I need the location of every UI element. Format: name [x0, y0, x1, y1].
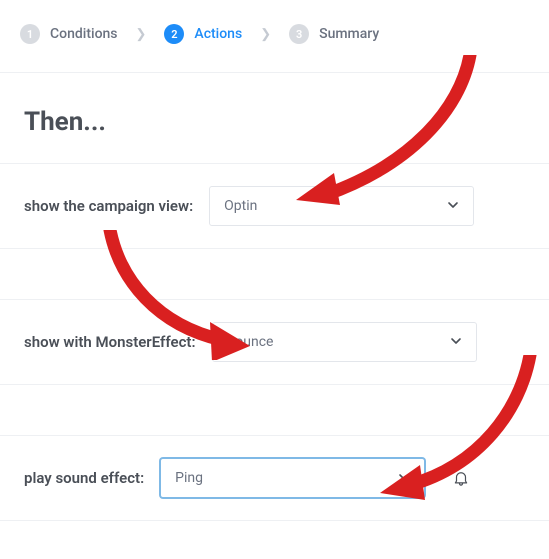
stepper: 1 Conditions ❯ 2 Actions ❯ 3 Summary: [0, 0, 549, 73]
select-monster-effect[interactable]: Bounce: [212, 322, 477, 362]
field-label-sound-effect: play sound effect:: [24, 469, 144, 487]
step-label: Actions: [194, 26, 242, 42]
select-sound-effect[interactable]: Ping: [160, 458, 425, 498]
field-label-campaign-view: show the campaign view:: [24, 197, 193, 215]
select-value: Bounce: [227, 334, 450, 350]
bell-icon[interactable]: [451, 468, 471, 488]
chevron-down-icon: [398, 471, 410, 486]
chevron-right-icon: ❯: [260, 27, 271, 42]
step-actions[interactable]: 2 Actions: [164, 24, 242, 44]
field-row-monster-effect: show with MonsterEffect: Bounce: [0, 299, 549, 385]
chevron-right-icon: ❯: [136, 27, 147, 42]
select-value: Optin: [224, 198, 447, 214]
step-summary[interactable]: 3 Summary: [289, 24, 379, 44]
chevron-down-icon: [447, 199, 459, 214]
step-number: 3: [289, 24, 309, 44]
select-campaign-view[interactable]: Optin: [209, 186, 474, 226]
step-number: 2: [164, 24, 184, 44]
field-row-campaign-view: show the campaign view: Optin: [0, 163, 549, 249]
step-conditions[interactable]: 1 Conditions: [20, 24, 118, 44]
chevron-down-icon: [450, 335, 462, 350]
field-row-sound-effect: play sound effect: Ping: [0, 435, 549, 521]
step-label: Summary: [319, 26, 379, 42]
step-label: Conditions: [50, 26, 118, 42]
section-heading: Then...: [0, 73, 549, 163]
field-label-monster-effect: show with MonsterEffect:: [24, 333, 196, 351]
step-number: 1: [20, 24, 40, 44]
select-value: Ping: [175, 470, 398, 486]
